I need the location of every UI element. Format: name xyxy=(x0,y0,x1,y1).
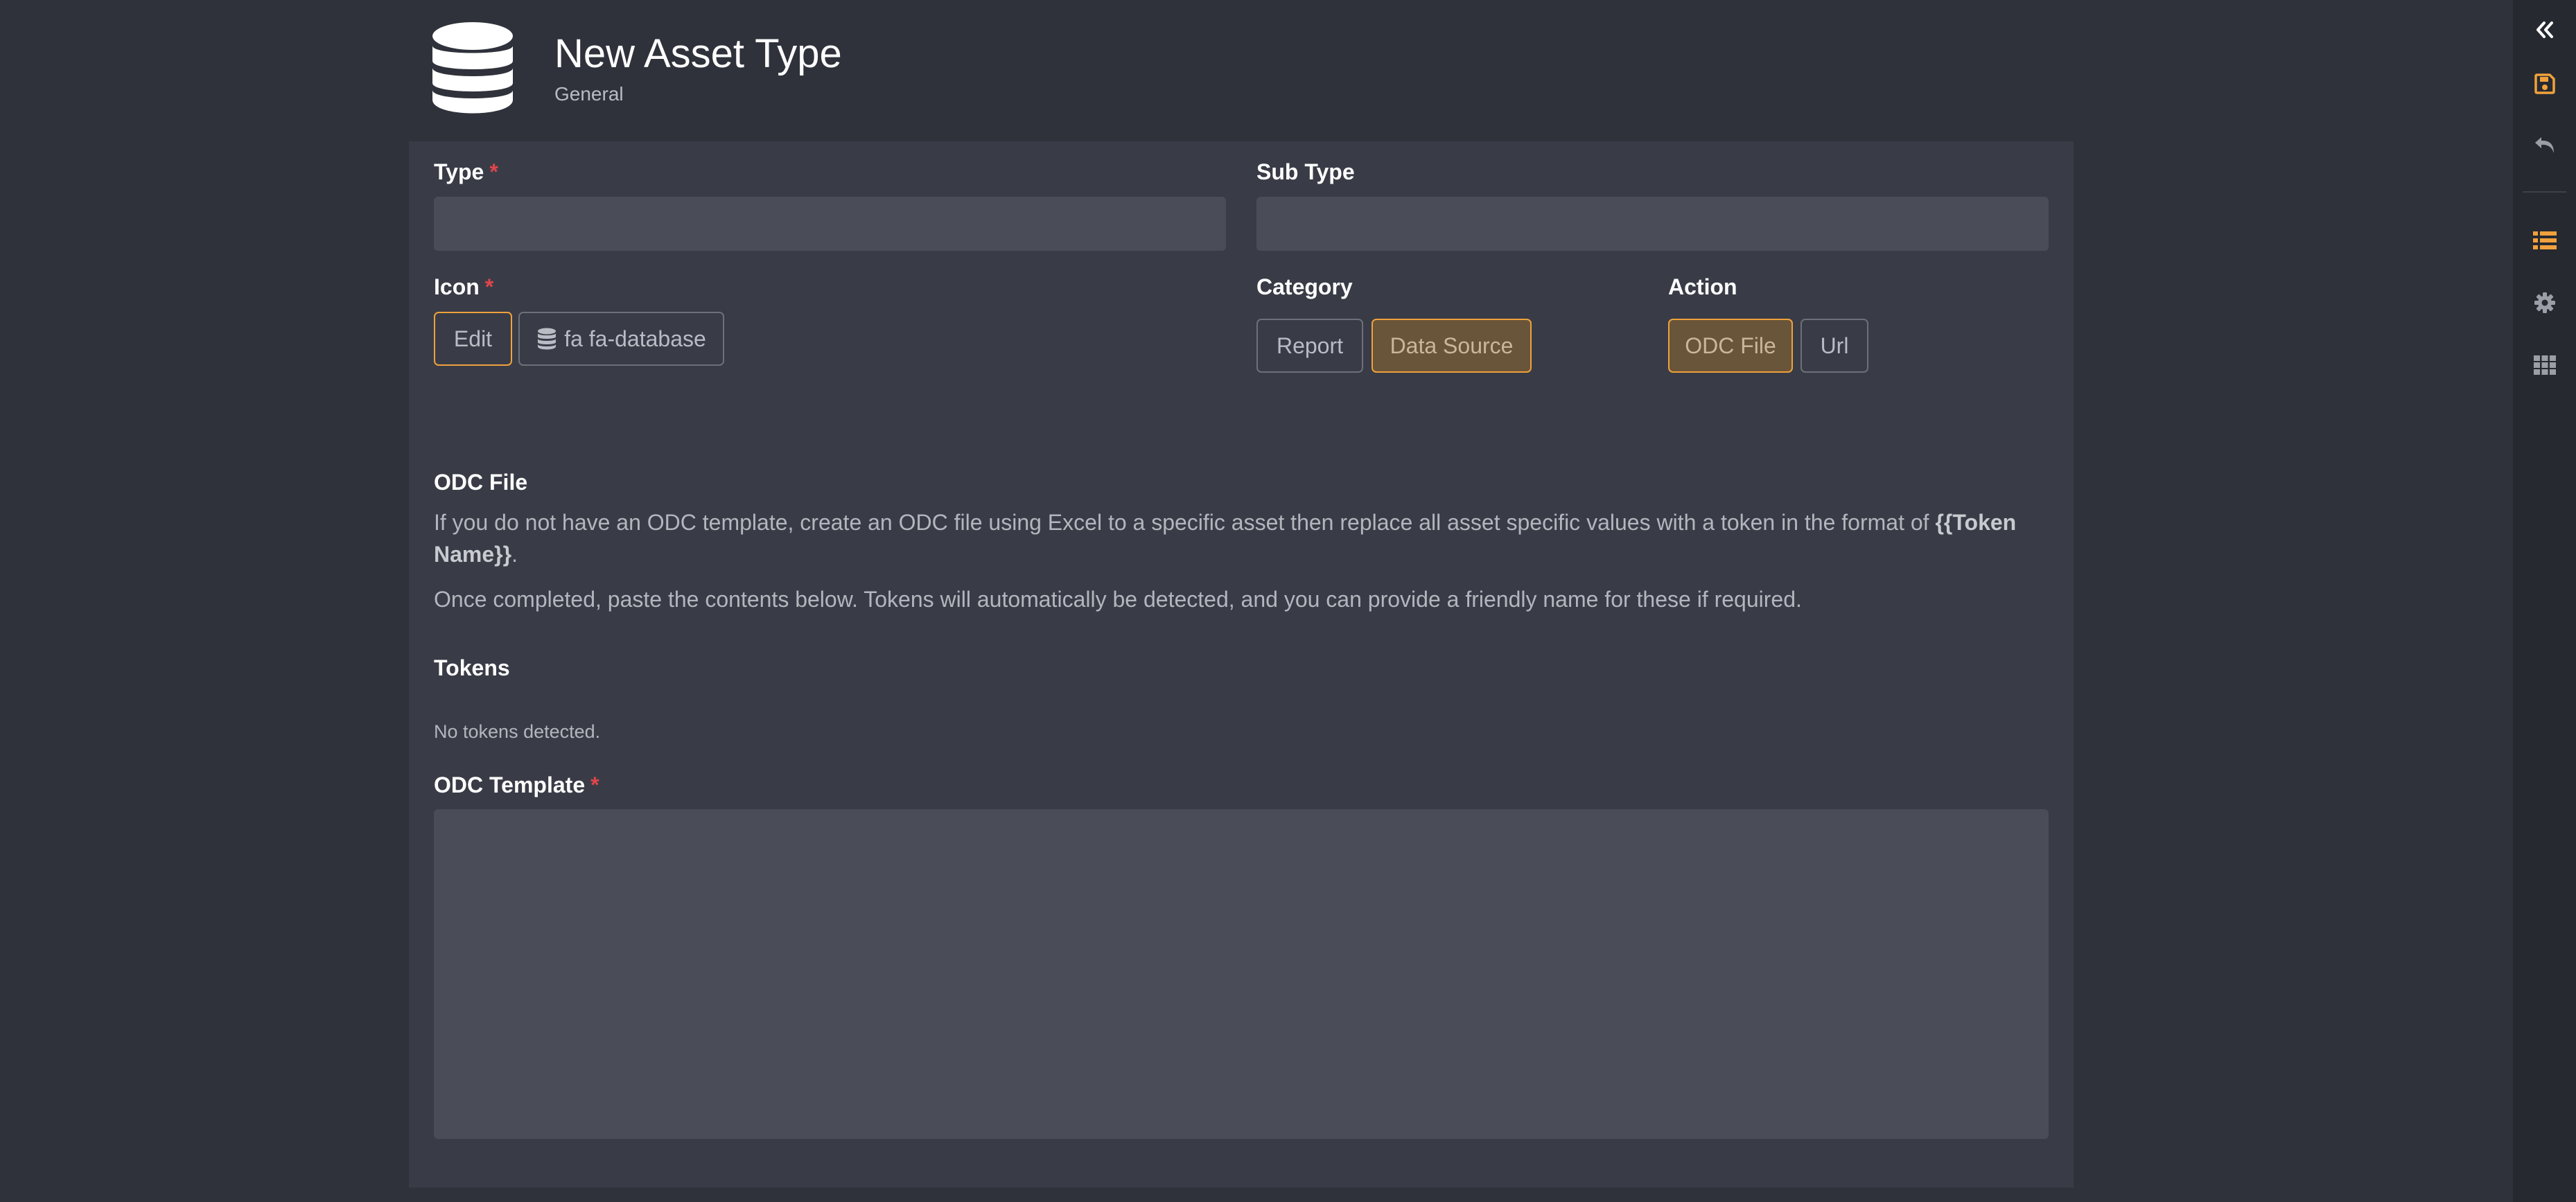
category-report-button[interactable]: Report xyxy=(1256,319,1363,373)
odc-file-instructions-text: If you do not have an ODC template, crea… xyxy=(434,510,1936,535)
asset-type-form: Type * Sub Type Icon * Edit fa fa-database… xyxy=(409,141,2074,1187)
type-input[interactable] xyxy=(434,197,1226,251)
action-url-button[interactable]: Url xyxy=(1800,319,1868,373)
action-label-text: Action xyxy=(1668,274,1737,299)
odc-template-textarea[interactable] xyxy=(434,809,2049,1139)
page-subtitle: General xyxy=(554,83,624,105)
odc-file-paste-instructions: Once completed, paste the contents below… xyxy=(434,587,1802,612)
collapse-button[interactable] xyxy=(2513,6,2576,54)
gear-icon xyxy=(2534,292,2555,313)
settings-button[interactable] xyxy=(2513,279,2576,327)
sub-type-label: Sub Type xyxy=(1256,158,1355,186)
required-mark: * xyxy=(489,159,498,184)
odc-file-instructions: If you do not have an ODC template, crea… xyxy=(434,506,2056,570)
icon-edit-button[interactable]: Edit xyxy=(434,312,512,366)
save-icon xyxy=(2534,73,2555,94)
action-odc-file-button[interactable]: ODC File xyxy=(1668,319,1793,373)
list-view-button[interactable] xyxy=(2513,216,2576,265)
icon-preview-button[interactable]: fa fa-database xyxy=(518,312,724,366)
icon-value: fa fa-database xyxy=(564,326,706,351)
undo-button[interactable] xyxy=(2513,121,2576,169)
right-toolbar xyxy=(2513,0,2576,1202)
database-icon xyxy=(432,22,513,114)
required-mark: * xyxy=(484,274,494,299)
icon-label: Icon * xyxy=(434,273,493,301)
page-title: New Asset Type xyxy=(554,31,842,76)
collapse-icon xyxy=(2536,21,2553,38)
list-icon xyxy=(2532,231,2557,249)
save-button[interactable] xyxy=(2513,60,2576,108)
grid-icon xyxy=(2533,355,2556,375)
category-label-text: Category xyxy=(1256,274,1353,299)
type-label-text: Type xyxy=(434,159,484,184)
odc-template-label: ODC Template * xyxy=(434,771,599,799)
required-mark: * xyxy=(590,772,599,797)
odc-file-heading: ODC File xyxy=(434,470,528,495)
odc-template-label-text: ODC Template xyxy=(434,772,586,797)
odc-file-instructions-end: . xyxy=(511,542,518,567)
category-label: Category xyxy=(1256,273,1353,301)
undo-icon xyxy=(2534,137,2554,153)
icon-label-text: Icon xyxy=(434,274,480,299)
sub-type-input[interactable] xyxy=(1256,197,2049,251)
toolbar-divider xyxy=(2523,191,2566,193)
type-label: Type * xyxy=(434,158,498,186)
category-report-label: Report xyxy=(1276,333,1344,358)
tokens-heading: Tokens xyxy=(434,655,510,680)
category-data-source-label: Data Source xyxy=(1390,333,1514,358)
sub-type-label-text: Sub Type xyxy=(1256,159,1355,184)
database-icon xyxy=(538,328,557,350)
action-label: Action xyxy=(1668,273,1737,301)
icon-edit-label: Edit xyxy=(453,326,493,351)
action-odc-file-label: ODC File xyxy=(1685,333,1776,358)
category-data-source-button[interactable]: Data Source xyxy=(1372,319,1532,373)
apps-button[interactable] xyxy=(2513,341,2576,389)
action-url-label: Url xyxy=(1820,333,1849,358)
tokens-empty-message: No tokens detected. xyxy=(434,721,601,742)
